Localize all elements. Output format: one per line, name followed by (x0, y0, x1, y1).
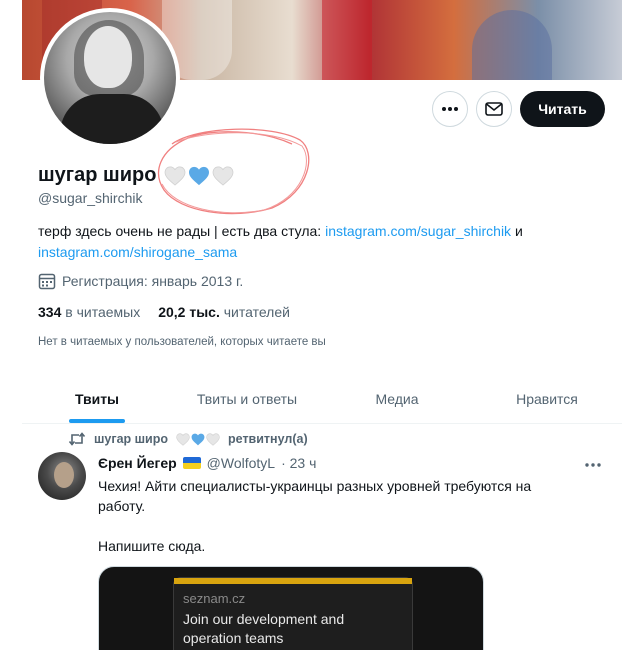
followers-link[interactable]: 20,2 тыс. читателей (158, 304, 290, 320)
follow-stats: 334 в читаемых 20,2 тыс. читателей (38, 304, 290, 320)
retweet-label: ретвитнул(а) (228, 432, 308, 446)
tab-label: Твиты и ответы (196, 390, 298, 407)
retweet-context: шугар широ ретвитнул(а) (68, 432, 308, 446)
tweet-text-line: Чехия! Айти специалисты-украинцы разных … (98, 478, 532, 514)
tab-tweets-replies[interactable]: Твиты и ответы (172, 374, 322, 423)
ukraine-flag-icon (182, 457, 201, 469)
blue-heart-icon (191, 433, 205, 445)
bio-and: и (511, 223, 523, 239)
white-heart-icon (213, 166, 234, 186)
bio-link-instagram-1[interactable]: instagram.com/sugar_shirchik (325, 223, 511, 239)
tweet-author-name[interactable]: Єрен Йегер (98, 455, 177, 471)
more-dots-icon (442, 107, 458, 111)
media-domain: seznam.cz (183, 591, 246, 606)
profile-name-row: шугар широ (38, 164, 234, 187)
profile-bio: терф здесь очень не рады | есть два стул… (38, 221, 598, 263)
retweeter-name[interactable]: шугар широ (94, 432, 168, 446)
white-heart-icon (165, 166, 186, 186)
profile-avatar[interactable] (40, 8, 180, 148)
following-label: в читаемых (65, 304, 141, 320)
tab-media[interactable]: Медиа (322, 374, 472, 423)
bio-text: терф здесь очень не рады | есть два стул… (38, 223, 326, 239)
tab-label: Нравится (516, 390, 578, 407)
tab-likes[interactable]: Нравится (472, 374, 622, 423)
tweet-more-button[interactable] (584, 455, 602, 473)
media-headline: Join our development and operation teams (183, 611, 345, 646)
profile-column: Читать шугар широ @sugar_shirchik терф з… (22, 0, 622, 650)
follow-button[interactable]: Читать (520, 91, 605, 127)
name-hearts (164, 166, 234, 186)
active-tab-indicator (69, 419, 125, 423)
tweet-author-avatar[interactable] (38, 452, 86, 500)
tab-tweets[interactable]: Твиты (22, 374, 172, 423)
tweet-time[interactable]: · 23 ч (281, 455, 316, 471)
following-link[interactable]: 334 в читаемых (38, 304, 140, 320)
no-common-followers: Нет в читаемых у пользователей, которых … (38, 336, 326, 348)
join-date-text: Регистрация: январь 2013 г. (62, 273, 244, 289)
tweet-header: Єрен Йегер @WolfotyL · 23 ч (98, 455, 316, 471)
more-options-button[interactable] (432, 91, 468, 127)
more-dots-icon (585, 463, 601, 467)
message-button[interactable] (476, 91, 512, 127)
tweet-text-line: Напишите сюда. (98, 538, 206, 554)
envelope-icon (485, 102, 503, 116)
white-heart-icon (206, 432, 220, 446)
tab-label: Твиты (74, 390, 120, 407)
tab-label: Медиа (375, 390, 419, 407)
following-count: 334 (38, 304, 62, 320)
retweeter-hearts (176, 432, 220, 446)
white-heart-icon (176, 432, 190, 446)
profile-tabs: Твиты Твиты и ответы Медиа Нравится (22, 374, 622, 424)
profile-handle: @sugar_shirchik (38, 190, 143, 206)
bio-link-instagram-2[interactable]: instagram.com/shirogane_sama (38, 244, 237, 260)
profile-name: шугар широ (38, 164, 157, 186)
blue-heart-icon (189, 166, 210, 185)
followers-label: читателей (223, 304, 290, 320)
retweet-icon (68, 432, 86, 446)
followers-count: 20,2 тыс. (158, 304, 220, 320)
page-margin (0, 0, 22, 650)
tweet-author-handle[interactable]: @WolfotyL (207, 455, 275, 471)
calendar-icon (38, 273, 56, 290)
join-date: Регистрация: январь 2013 г. (38, 272, 243, 290)
tweet-media[interactable]: seznam.cz Join our development and opera… (98, 566, 484, 650)
tweet-text: Чехия! Айти специалисты-украинцы разных … (98, 476, 578, 556)
